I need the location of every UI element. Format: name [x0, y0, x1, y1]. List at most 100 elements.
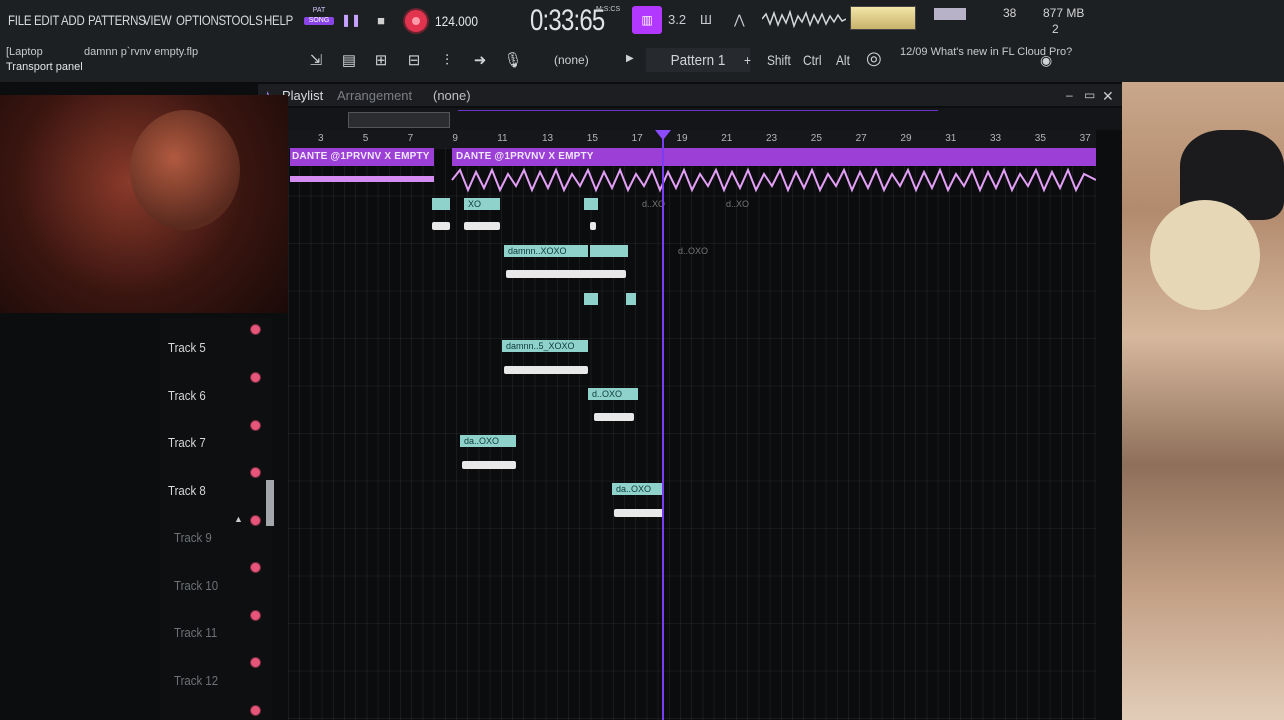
status-hint: Transport panel — [6, 61, 83, 73]
arrow-icon[interactable]: ➜ — [469, 49, 491, 71]
playlist-grid[interactable] — [288, 148, 1096, 720]
side-photo-hair — [1150, 200, 1260, 310]
clip-waveform — [432, 222, 450, 230]
clip-waveform — [590, 222, 596, 230]
add-pattern-icon[interactable]: + — [744, 52, 751, 68]
playlist-subtitle: Arrangement — [337, 88, 413, 103]
shift-key[interactable]: Shift — [767, 52, 791, 68]
ruler-tick: 13 — [542, 133, 554, 144]
play-icon[interactable]: ▶ — [626, 53, 634, 64]
menu-patterns[interactable]: PATTERNS — [88, 12, 146, 28]
clip[interactable] — [626, 293, 636, 305]
ghost-clip[interactable]: d..XO — [726, 198, 749, 210]
ruler-tick: 9 — [452, 133, 458, 144]
track-mute-dot[interactable] — [250, 657, 261, 668]
snap-icon[interactable]: ⇲ — [305, 49, 327, 71]
clip[interactable]: XO — [464, 198, 500, 210]
metronome-icon[interactable]: ⋀ — [734, 12, 745, 28]
tempo-display[interactable]: 124.000 — [435, 13, 478, 29]
channel-rack-icon[interactable]: ⊟ — [403, 49, 425, 71]
clip[interactable]: da..OXO — [612, 483, 664, 495]
wait-icon[interactable]: Ш — [700, 12, 712, 27]
track-label[interactable]: Track 9 — [174, 530, 212, 545]
ruler-tick: 23 — [766, 133, 778, 144]
ruler-tick: 7 — [407, 133, 414, 144]
time-display: 0:33:65 — [530, 4, 605, 37]
ruler-tick: 31 — [945, 133, 957, 144]
master-volume-meter[interactable] — [850, 6, 916, 30]
clip[interactable]: damnn..XOXO — [504, 245, 588, 257]
ruler-tick: 17 — [631, 133, 643, 144]
memory-value: 877 MB — [1043, 6, 1085, 20]
ghost-clip[interactable]: d..OXO — [678, 245, 708, 257]
track-mute-dot[interactable] — [250, 704, 261, 716]
maximize-icon[interactable]: ▭ — [1084, 88, 1095, 102]
voices-value: 2 — [1052, 22, 1059, 36]
playhead[interactable] — [662, 130, 664, 720]
clip[interactable] — [584, 293, 598, 305]
news-icon[interactable]: ◎ — [866, 48, 882, 69]
clip[interactable] — [432, 198, 450, 210]
scrollbar-thumb[interactable] — [348, 112, 450, 128]
track-mute-dot[interactable] — [250, 562, 261, 573]
track-label[interactable]: Track 8 — [168, 483, 206, 498]
timeline-ruler[interactable]: 3 5 7 9 11 13 15 17 19 21 23 25 27 29 31 33 35 37 — [288, 130, 1096, 148]
globe-icon[interactable]: ◉ — [1040, 52, 1052, 69]
playlist-icon[interactable]: ▤ — [338, 49, 360, 71]
clip[interactable] — [584, 198, 598, 210]
stop-icon[interactable]: ■ — [368, 8, 394, 32]
clip[interactable]: damnn..5_XOXO — [502, 340, 588, 352]
menu-add[interactable]: ADD — [61, 12, 85, 28]
piano-roll-icon[interactable]: ⊞ — [370, 49, 392, 71]
webcam-person — [130, 110, 240, 230]
ruler-tick: 25 — [810, 133, 822, 144]
track-mute-dot[interactable] — [250, 467, 261, 478]
track-dot[interactable] — [250, 324, 261, 335]
menu-view[interactable]: VIEW — [143, 12, 172, 28]
track-mute-dot[interactable] — [250, 372, 261, 383]
close-icon[interactable]: ✕ — [1102, 88, 1114, 105]
ruler-tick: 29 — [900, 133, 912, 144]
track-label[interactable]: Track 11 — [174, 625, 217, 640]
playlist-scrollbar[interactable] — [288, 108, 1122, 130]
track-mute-dot[interactable] — [250, 514, 261, 526]
ruler-tick: 19 — [676, 133, 688, 144]
countdown-icon[interactable]: 3.2 — [668, 12, 686, 27]
clip-waveform — [614, 509, 664, 517]
collapse-icon[interactable]: ▲ — [234, 514, 243, 524]
minimize-icon[interactable]: – — [1066, 88, 1073, 102]
record-button[interactable] — [403, 8, 429, 34]
playhead-marker[interactable] — [655, 130, 671, 140]
pat-label: PAT — [312, 7, 326, 14]
mixer-icon[interactable]: ⫶ — [436, 49, 458, 71]
track-label[interactable]: Track 12 — [174, 673, 218, 688]
clip[interactable] — [590, 245, 628, 257]
track-label[interactable]: Track 7 — [168, 435, 206, 450]
output-selector[interactable]: (none) — [554, 53, 589, 67]
clip[interactable]: d..OXO — [588, 388, 638, 400]
clip[interactable]: da..OXO — [460, 435, 516, 447]
playlist-selector[interactable]: (none) — [433, 88, 471, 103]
track-label[interactable]: Track 6 — [168, 388, 206, 403]
track-scrollbar[interactable] — [266, 480, 274, 526]
alt-key[interactable]: Alt — [836, 52, 850, 68]
pause-icon[interactable]: ❚❚ — [338, 8, 364, 32]
ruler-tick: 21 — [721, 133, 733, 144]
step-edit-icon[interactable]: ▥ — [632, 6, 662, 34]
menu-file[interactable]: FILE — [8, 12, 32, 28]
clip-waveform — [464, 222, 500, 230]
song-label: SONG — [304, 17, 334, 25]
news-date: 12/09 — [900, 46, 928, 58]
pat-song-toggle[interactable]: PAT SONG — [304, 7, 334, 35]
track-label[interactable]: Track 10 — [174, 578, 218, 593]
menu-options[interactable]: OPTIONS — [176, 12, 226, 28]
track-mute-dot[interactable] — [250, 419, 261, 431]
track-mute-dot[interactable] — [250, 609, 261, 621]
menu-edit[interactable]: EDIT — [34, 12, 59, 28]
menu-help[interactable]: HELP — [264, 12, 293, 28]
pattern-selector[interactable]: Pattern 1 — [645, 48, 751, 72]
microphone-icon[interactable]: 🎙 — [502, 49, 524, 71]
ctrl-key[interactable]: Ctrl — [803, 52, 822, 68]
menu-tools[interactable]: TOOLS — [225, 12, 263, 28]
track-label[interactable]: Track 5 — [168, 340, 206, 355]
